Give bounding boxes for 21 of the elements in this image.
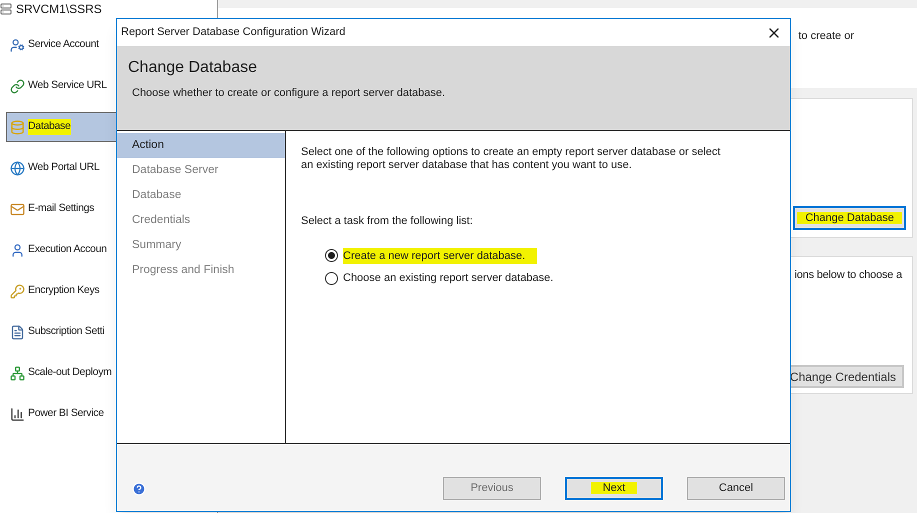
dialog-title: Report Server Database Configuration Wizard	[121, 25, 346, 40]
sidebar-label: Encryption Keys	[28, 283, 100, 298]
intro-text: to create or	[798, 29, 854, 44]
sidebar-label: Web Portal URL	[28, 160, 100, 176]
dialog-subheading: Choose whether to create or configure a report server database.	[131, 86, 446, 101]
sidebar-label: Service Account	[28, 37, 99, 52]
sidebar-label: Web Service URL	[28, 78, 107, 94]
description-text: Select one of the following options to create an empty report server database or select an existing report server database that has content you want to use.	[301, 146, 722, 172]
sidebar-label: Scale-out Deploym	[28, 365, 112, 380]
credentials-text: ions below to choose a	[794, 268, 904, 283]
server-name: SRVCM1\SSRS	[16, 1, 102, 18]
sidebar-label: Execution Accoun	[28, 242, 107, 258]
option-label: Choose an existing report server database.	[343, 271, 554, 286]
dialog-heading: Change Database	[128, 58, 258, 78]
sidebar-label: Power BI Service	[28, 406, 104, 422]
sidebar-label: Subscription Setti	[28, 324, 104, 340]
sidebar-label: E-mail Settings	[28, 201, 94, 216]
sidebar-label: Database	[28, 119, 71, 135]
option-label: Create a new report server database.	[343, 248, 538, 264]
button-label: Change Database	[797, 212, 902, 224]
task-prompt: Select a task from the following list:	[301, 214, 474, 229]
